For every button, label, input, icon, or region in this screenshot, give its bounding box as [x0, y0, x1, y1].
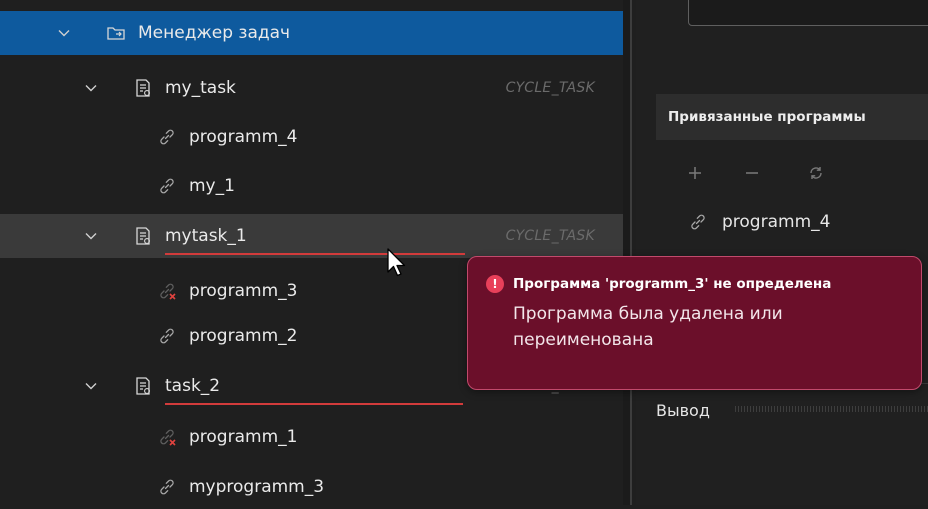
- error-underline: [165, 253, 465, 255]
- task-type-tag: CYCLE_TASK: [505, 228, 595, 244]
- link-icon: [157, 477, 177, 497]
- tree-item-task[interactable]: my_task CYCLE_TASK: [0, 66, 623, 110]
- error-title: Программа 'programm_3' не определена: [513, 276, 832, 292]
- splitter-line: [630, 0, 632, 505]
- tree-item-program[interactable]: programm_4: [0, 115, 623, 159]
- task-file-icon: [133, 78, 153, 98]
- tree-item-label: task_2: [165, 376, 221, 396]
- task-file-icon: [133, 226, 153, 246]
- properties-panel: [636, 0, 928, 505]
- tree-item-label: programm_3: [189, 281, 298, 301]
- top-input-field[interactable]: [688, 0, 928, 26]
- chevron-down-icon[interactable]: [57, 26, 71, 40]
- tree-item-label: my_task: [165, 78, 236, 98]
- mouse-cursor-icon: [387, 248, 406, 277]
- tree-item-program[interactable]: myprogramm_3: [0, 465, 623, 509]
- tree-item-program[interactable]: my_1: [0, 164, 623, 208]
- output-label: Вывод: [656, 401, 710, 420]
- link-icon: [157, 326, 177, 346]
- bound-programs-header: Привязанные программы: [656, 94, 928, 140]
- refresh-icon[interactable]: [803, 160, 829, 186]
- tree-item-task-manager[interactable]: Менеджер задач: [0, 11, 623, 55]
- error-message: Программа была удалена или переименована: [513, 304, 783, 350]
- chevron-down-icon[interactable]: [84, 81, 98, 95]
- add-icon[interactable]: [682, 160, 708, 186]
- output-grip: [735, 406, 928, 412]
- tree-item-program[interactable]: programm_1: [0, 415, 623, 459]
- error-icon: !: [486, 275, 504, 293]
- task-tree: Менеджер задач my_task CYCLE_TASK progra…: [0, 0, 623, 505]
- broken-link-icon: [157, 281, 177, 301]
- splitter[interactable]: [623, 0, 630, 505]
- tree-item-task[interactable]: mytask_1 CYCLE_TASK: [0, 214, 623, 258]
- tree-item-label: programm_4: [189, 127, 298, 147]
- link-icon: [157, 176, 177, 196]
- folder-sync-icon: [106, 23, 126, 43]
- tree-item-label: my_1: [189, 176, 235, 196]
- task-file-icon: [133, 376, 153, 396]
- tree-item-label: Менеджер задач: [138, 23, 291, 43]
- link-icon: [688, 212, 708, 232]
- bound-program-item[interactable]: programm_4: [688, 208, 830, 236]
- link-icon: [157, 127, 177, 147]
- bound-program-label: programm_4: [722, 212, 831, 232]
- tree-item-label: programm_2: [189, 326, 298, 346]
- error-tooltip: ! Программа 'programm_3' не определена П…: [467, 256, 922, 390]
- tree-item-label: programm_1: [189, 427, 298, 447]
- chevron-down-icon[interactable]: [84, 379, 98, 393]
- remove-icon[interactable]: [739, 160, 765, 186]
- chevron-down-icon[interactable]: [84, 229, 98, 243]
- task-type-tag: CYCLE_TASK: [505, 80, 595, 96]
- tree-item-label: myprogramm_3: [189, 477, 325, 497]
- broken-link-icon: [157, 427, 177, 447]
- tree-item-label: mytask_1: [165, 226, 247, 246]
- error-underline: [165, 403, 463, 405]
